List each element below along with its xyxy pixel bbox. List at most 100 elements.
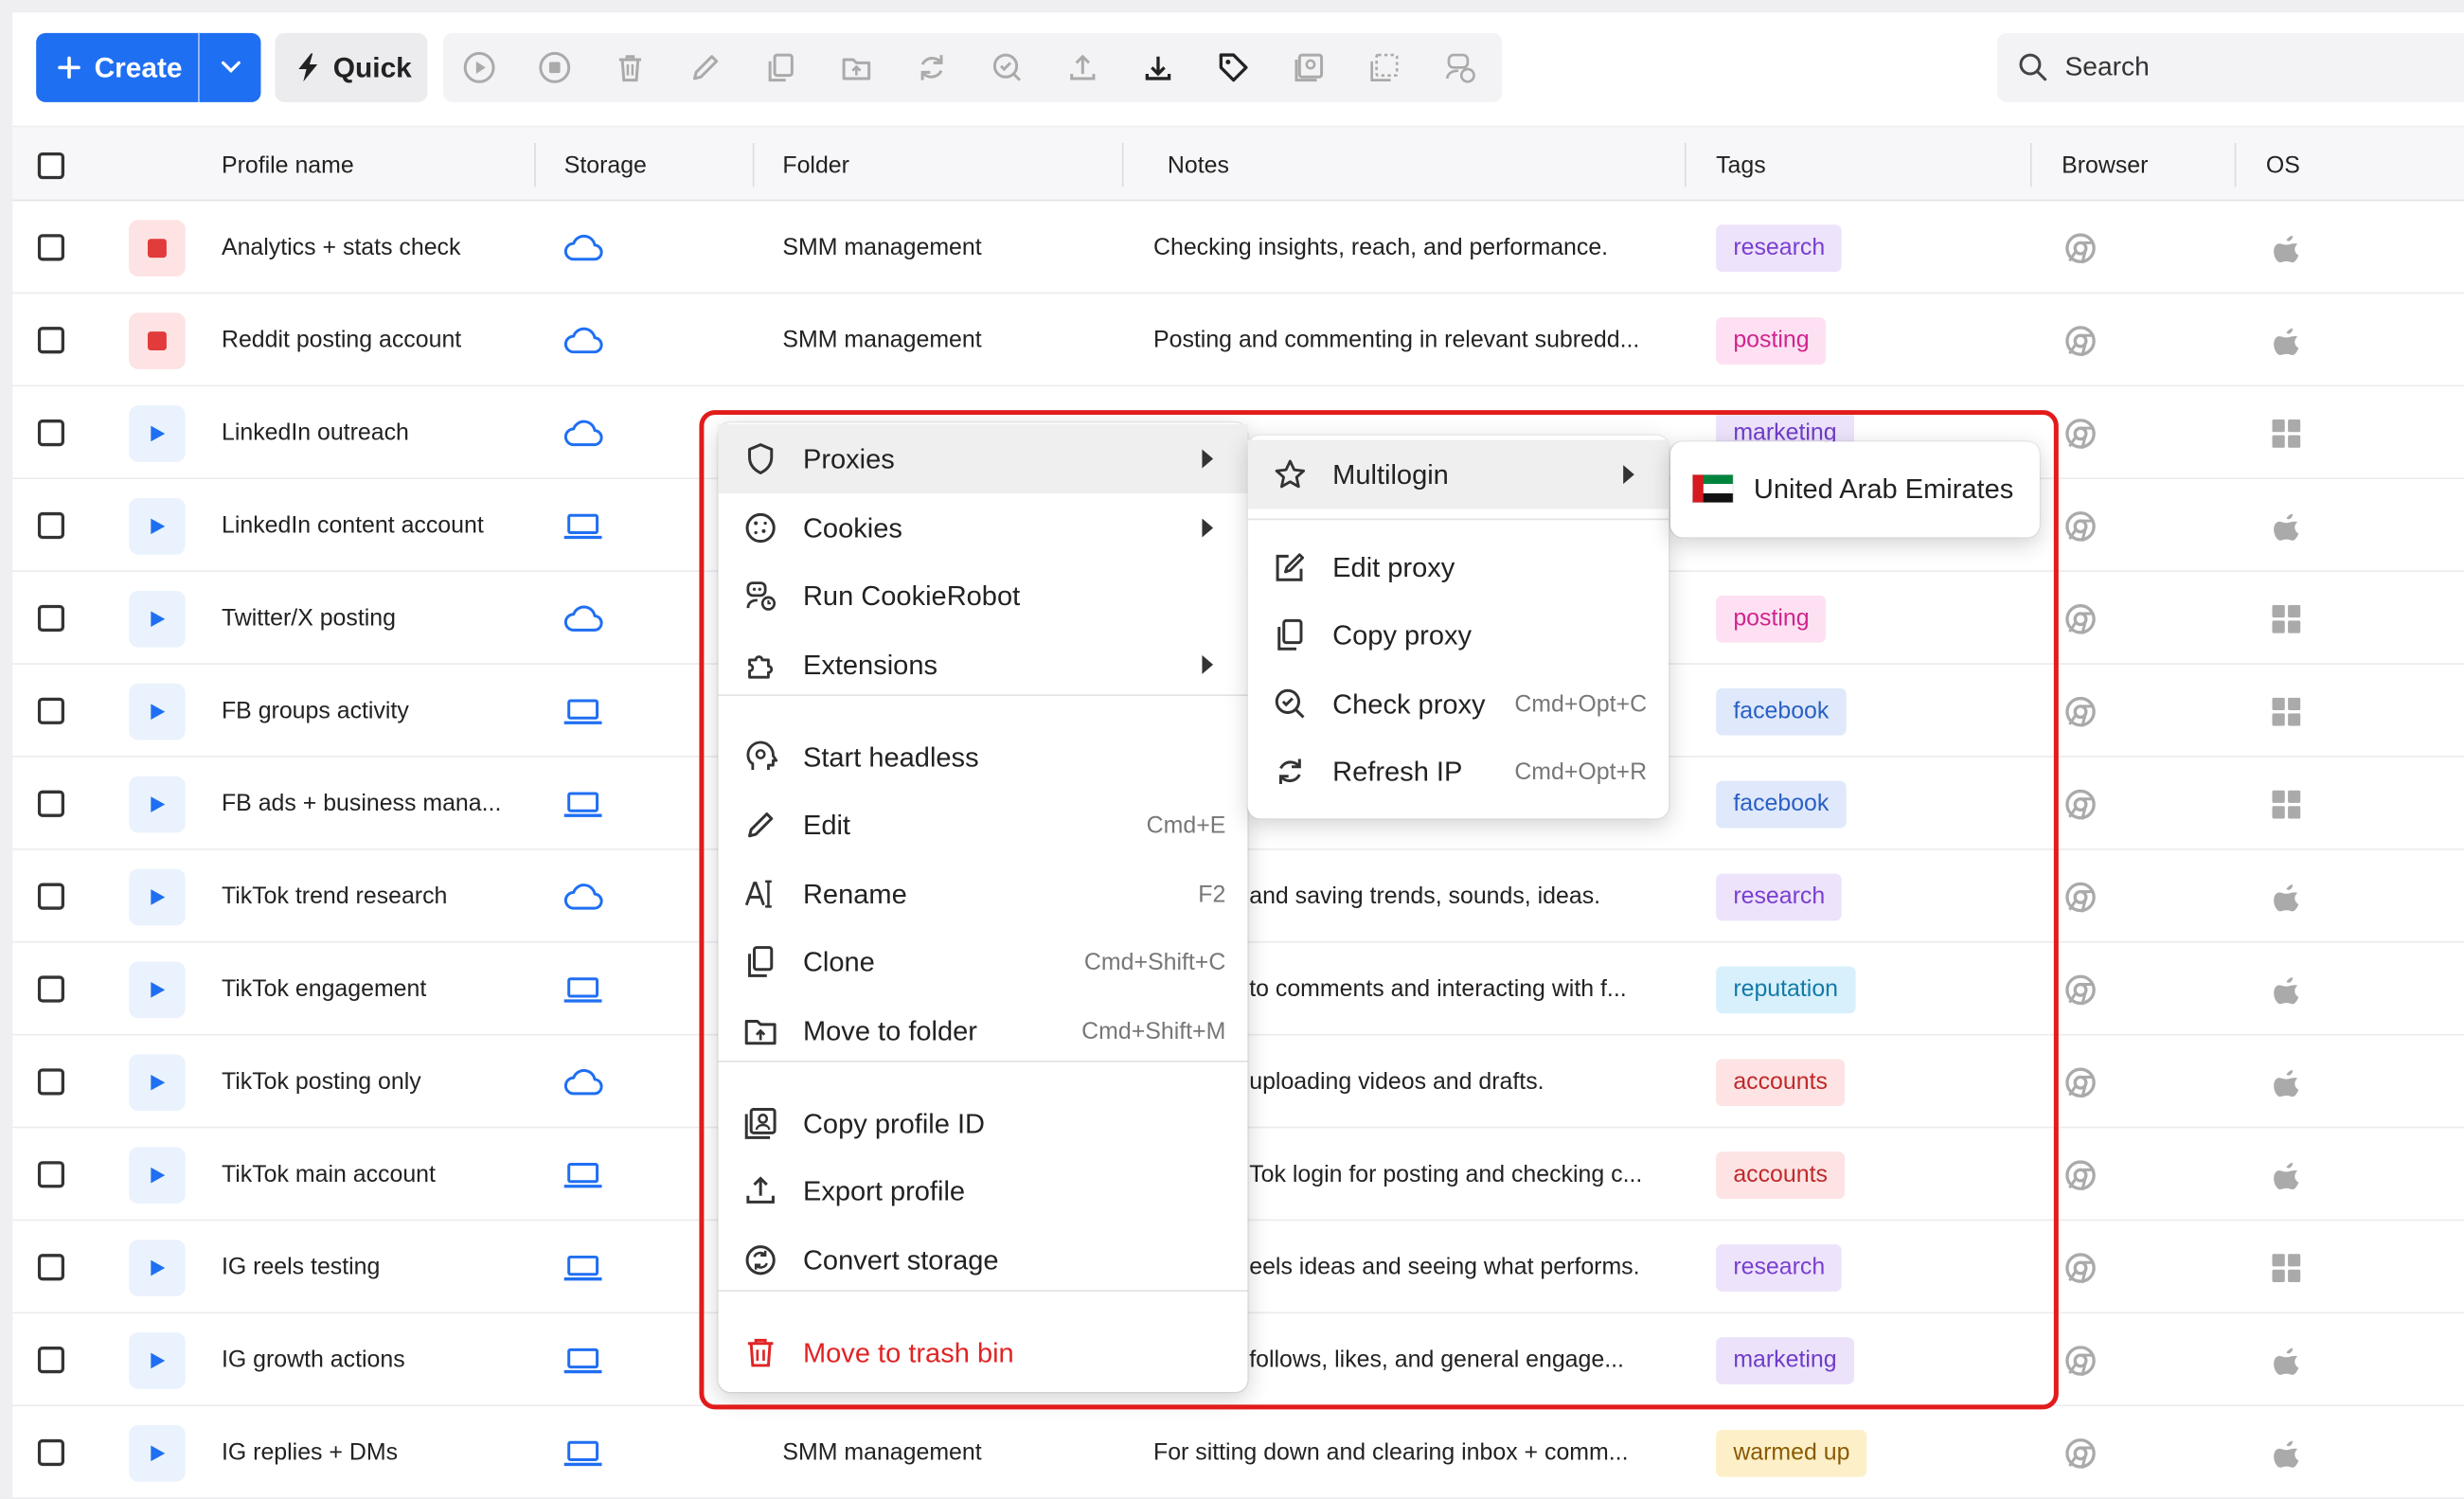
start-button[interactable]: [129, 497, 186, 554]
profile-name[interactable]: Reddit posting account: [222, 294, 520, 386]
header-folder[interactable]: Folder: [782, 127, 849, 203]
row-checkbox[interactable]: [37, 386, 65, 479]
cloud-icon: [563, 326, 603, 353]
create-main[interactable]: Create: [36, 32, 200, 102]
profile-name[interactable]: TikTok trend research: [222, 850, 520, 943]
browser-cell: [2064, 1221, 2096, 1313]
profile-name[interactable]: IG growth actions: [222, 1313, 520, 1406]
profile-name[interactable]: TikTok engagement: [222, 943, 520, 1036]
start-button[interactable]: [129, 590, 186, 647]
pencil-icon[interactable]: [688, 50, 723, 85]
storage-icon: [562, 1313, 603, 1406]
tag-badge[interactable]: warmed up: [1716, 1429, 1867, 1476]
play-icon: [151, 424, 166, 441]
row-checkbox[interactable]: [37, 201, 65, 294]
select-icon[interactable]: [1367, 50, 1402, 85]
profile-name[interactable]: FB ads + business mana...: [222, 758, 520, 850]
row-checkbox[interactable]: [37, 850, 65, 943]
storage-icon: [562, 572, 603, 665]
header-browser[interactable]: Browser: [2062, 127, 2148, 203]
quick-button[interactable]: Quick: [275, 32, 428, 102]
upload-icon[interactable]: [1065, 50, 1100, 85]
row-checkbox[interactable]: [37, 294, 65, 386]
row-checkbox[interactable]: [37, 1221, 65, 1313]
profile-name[interactable]: TikTok posting only: [222, 1035, 520, 1128]
profile-name[interactable]: Twitter/X posting: [222, 572, 520, 665]
stop-button[interactable]: [129, 219, 186, 277]
tag-icon[interactable]: [1216, 50, 1251, 85]
row-checkbox[interactable]: [37, 943, 65, 1036]
browser-icon: [2065, 1345, 2096, 1376]
os-cell: [2272, 758, 2301, 850]
create-button[interactable]: Create: [36, 32, 261, 102]
header-divider[interactable]: [1684, 142, 1687, 187]
table-row[interactable]: IG replies + DMs SMM management For sittin…: [12, 1406, 2464, 1499]
header-storage[interactable]: Storage: [564, 127, 647, 203]
header-divider[interactable]: [752, 142, 755, 187]
start-button[interactable]: [129, 682, 186, 740]
row-checkbox[interactable]: [37, 758, 65, 850]
header-os[interactable]: OS: [2266, 127, 2300, 203]
laptop-icon: [563, 1255, 602, 1280]
apple-icon: [2274, 235, 2299, 262]
header-profile-name[interactable]: Profile name: [222, 127, 354, 203]
table-row[interactable]: Reddit posting account SMM management Post…: [12, 294, 2464, 387]
create-dropdown-button[interactable]: [200, 33, 261, 102]
trash-icon[interactable]: [613, 50, 648, 85]
start-button[interactable]: [129, 1239, 186, 1296]
start-button[interactable]: [129, 1424, 186, 1481]
robot-icon[interactable]: [1442, 50, 1477, 85]
tags-cell: research: [1716, 201, 1843, 294]
row-checkbox[interactable]: [37, 479, 65, 572]
tag-badge[interactable]: research: [1716, 223, 1843, 272]
table-row[interactable]: Analytics + stats check SMM management Che…: [12, 201, 2464, 294]
table-header: Profile name Storage Folder Notes Tags B…: [12, 125, 2464, 203]
search-input[interactable]: Search: [1997, 32, 2464, 102]
row-checkbox[interactable]: [37, 1035, 65, 1128]
start-button[interactable]: [129, 867, 186, 925]
row-checkbox[interactable]: [37, 572, 65, 665]
profile-name[interactable]: LinkedIn content account: [222, 479, 520, 572]
row-checkbox[interactable]: [37, 1406, 65, 1499]
folder-move-icon[interactable]: [839, 50, 874, 85]
profile-name[interactable]: LinkedIn outreach: [222, 386, 520, 479]
browser-icon: [2065, 788, 2096, 819]
header-divider[interactable]: [534, 142, 536, 187]
start-button[interactable]: [129, 960, 186, 1018]
profile-name[interactable]: IG reels testing: [222, 1221, 520, 1313]
apple-icon: [2274, 1069, 2299, 1097]
download-icon[interactable]: [1141, 50, 1176, 85]
check-proxy-icon[interactable]: [990, 50, 1025, 85]
tag-badge[interactable]: posting: [1716, 316, 1827, 365]
browser-cell: [2064, 758, 2096, 850]
storage-icon: [562, 294, 603, 386]
refresh-icon[interactable]: [915, 50, 950, 85]
row-checkbox[interactable]: [37, 1128, 65, 1221]
header-divider[interactable]: [2234, 142, 2237, 187]
row-checkbox[interactable]: [37, 1313, 65, 1406]
stop-button[interactable]: [129, 312, 186, 369]
header-divider[interactable]: [1121, 142, 1124, 187]
start-button[interactable]: [129, 1053, 186, 1111]
profile-name[interactable]: Analytics + stats check: [222, 201, 520, 294]
id-card-icon[interactable]: [1292, 50, 1327, 85]
row-checkbox[interactable]: [37, 665, 65, 758]
play-icon[interactable]: [462, 50, 497, 85]
stop-icon[interactable]: [538, 50, 573, 85]
start-button[interactable]: [129, 1146, 186, 1204]
header-tags[interactable]: Tags: [1716, 127, 1766, 203]
profile-name[interactable]: IG replies + DMs: [222, 1406, 520, 1499]
start-button[interactable]: [129, 404, 186, 462]
clone-icon[interactable]: [763, 50, 798, 85]
select-all-checkbox[interactable]: [37, 127, 65, 203]
start-button[interactable]: [129, 1331, 186, 1388]
header-notes[interactable]: Notes: [1168, 127, 1229, 203]
laptop-icon: [563, 791, 602, 817]
profile-name[interactable]: TikTok main account: [222, 1128, 520, 1221]
storage-icon: [562, 1128, 603, 1221]
start-button[interactable]: [129, 775, 186, 832]
header-divider[interactable]: [2029, 142, 2032, 187]
cloud-icon: [563, 883, 603, 909]
browser-cell: [2064, 572, 2096, 665]
profile-name[interactable]: FB groups activity: [222, 665, 520, 758]
